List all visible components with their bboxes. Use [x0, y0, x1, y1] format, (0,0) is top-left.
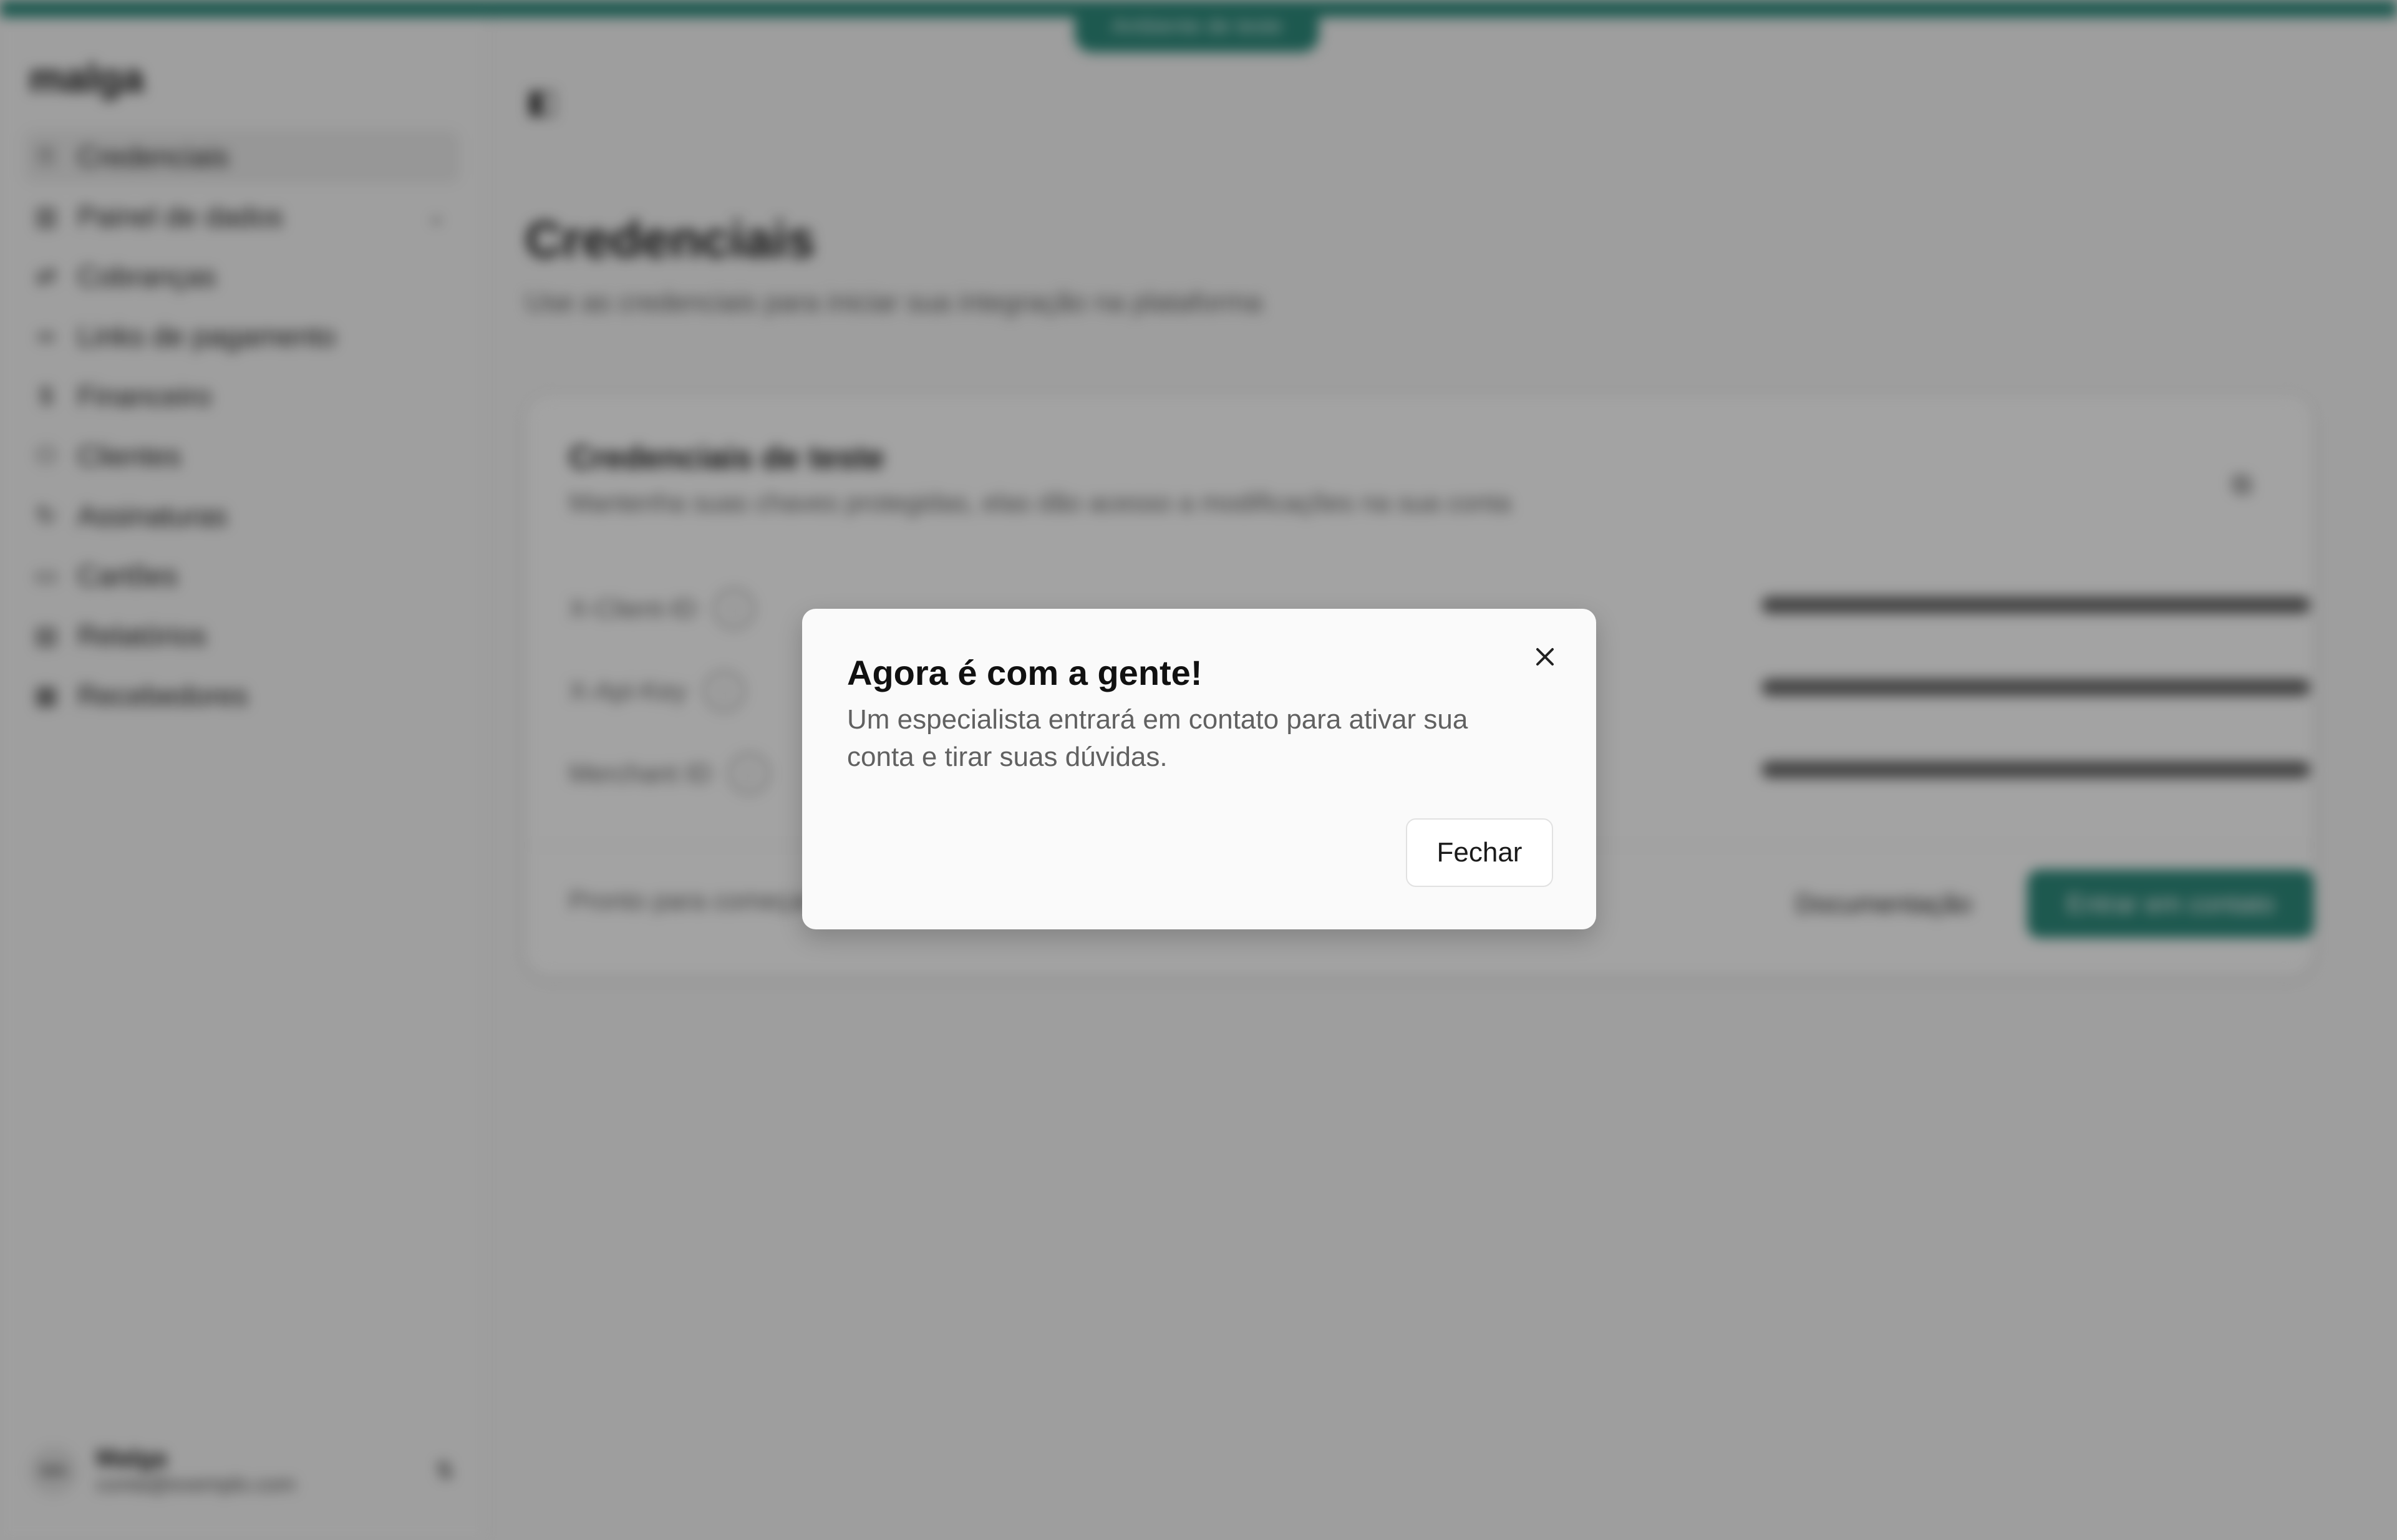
- close-icon[interactable]: [1519, 631, 1571, 682]
- contact-modal: Agora é com a gente! Um especialista ent…: [802, 609, 1596, 929]
- close-button[interactable]: Fechar: [1406, 818, 1553, 887]
- modal-description: Um especialista entrará em contato para …: [847, 704, 1468, 772]
- modal-title: Agora é com a gente!: [847, 653, 1203, 692]
- close-icon-svg: [1536, 648, 1554, 666]
